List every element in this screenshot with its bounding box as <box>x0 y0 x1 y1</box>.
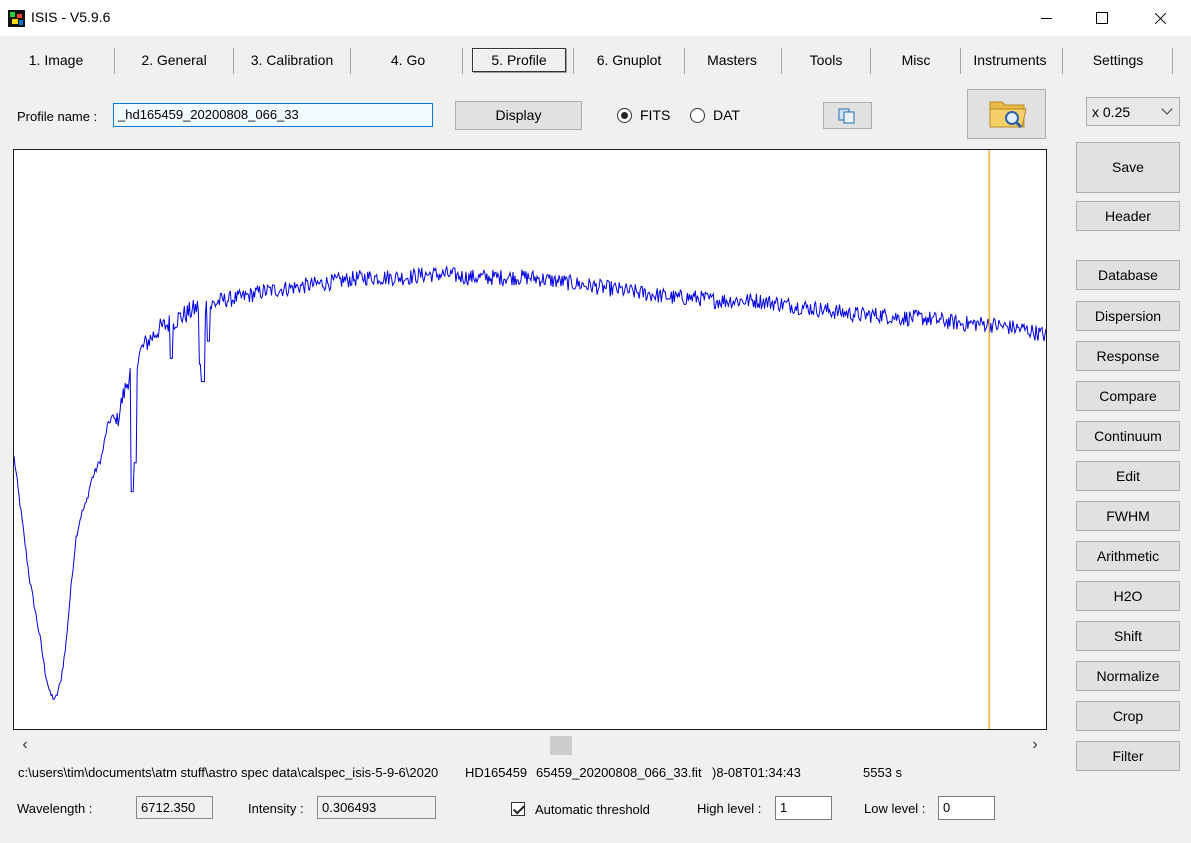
tab-tools[interactable]: Tools <box>787 44 865 76</box>
compare-button[interactable]: Compare <box>1076 381 1180 411</box>
tab-general[interactable]: 2. General <box>122 44 226 76</box>
wavelength-value: 6712.350 <box>136 796 213 819</box>
folder-search-icon <box>989 101 1027 129</box>
high-level-label: High level : <box>697 801 762 816</box>
tab-masters[interactable]: Masters <box>690 44 774 76</box>
h2o-button[interactable]: H2O <box>1076 581 1180 611</box>
tab-bar: 1. Image 2. General 3. Calibration 4. Go… <box>0 44 1191 78</box>
status-object: HD165459 <box>465 765 528 780</box>
status-path: c:\users\tim\documents\atm stuff\astro s… <box>18 765 439 780</box>
copy-button[interactable] <box>823 102 872 129</box>
chevron-down-icon <box>1161 103 1173 115</box>
crop-button[interactable]: Crop <box>1076 701 1180 731</box>
tab-gnuplot[interactable]: 6. Gnuplot <box>580 44 678 76</box>
intensity-value: 0.306493 <box>317 796 436 819</box>
tab-profile[interactable]: 5. Profile <box>472 48 566 72</box>
database-button[interactable]: Database <box>1076 260 1180 290</box>
tab-calibration[interactable]: 3. Calibration <box>238 44 346 76</box>
zoom-select[interactable]: x 0.25 <box>1086 97 1180 126</box>
tab-misc[interactable]: Misc <box>876 44 956 76</box>
auto-threshold-label: Automatic threshold <box>535 802 650 817</box>
dat-radio-label: DAT <box>713 107 740 123</box>
spectrum-chart <box>14 150 1046 729</box>
low-level-label: Low level : <box>864 801 926 816</box>
status-exposure: 5553 s <box>863 765 903 780</box>
spectrum-line <box>14 265 1046 701</box>
title-bar: ISIS - V5.9.6 <box>0 0 1191 36</box>
dispersion-button[interactable]: Dispersion <box>1076 301 1180 331</box>
shift-button[interactable]: Shift <box>1076 621 1180 651</box>
response-button[interactable]: Response <box>1076 341 1180 371</box>
continuum-button[interactable]: Continuum <box>1076 421 1180 451</box>
fits-radio-label: FITS <box>640 107 671 123</box>
tab-image[interactable]: 1. Image <box>6 44 106 76</box>
horizontal-scrollbar[interactable]: ‹ › <box>13 733 1047 757</box>
display-button[interactable]: Display <box>455 101 582 130</box>
status-date: )8-08T01:34:43 <box>712 765 801 780</box>
scroll-thumb[interactable] <box>550 736 572 755</box>
fwhm-button[interactable]: FWHM <box>1076 501 1180 531</box>
close-icon[interactable] <box>1132 0 1188 36</box>
low-level-input[interactable]: 0 <box>938 796 995 820</box>
status-file: 65459_20200808_066_33.fit <box>536 765 702 780</box>
minimize-icon[interactable] <box>1018 0 1074 36</box>
high-level-input[interactable]: 1 <box>775 796 832 820</box>
auto-threshold-checkbox[interactable] <box>511 802 525 816</box>
intensity-label: Intensity : <box>248 801 304 816</box>
tab-settings[interactable]: Settings <box>1068 44 1168 76</box>
tab-go[interactable]: 4. Go <box>360 44 456 76</box>
window-title: ISIS - V5.9.6 <box>31 9 111 25</box>
app-logo-icon <box>8 10 25 27</box>
tab-instruments[interactable]: Instruments <box>964 44 1056 76</box>
header-button[interactable]: Header <box>1076 201 1180 231</box>
save-button[interactable]: Save <box>1076 142 1180 193</box>
maximize-icon[interactable] <box>1074 0 1130 36</box>
profile-name-label: Profile name : <box>17 109 98 124</box>
spectrum-plot[interactable] <box>13 149 1047 730</box>
zoom-value: x 0.25 <box>1092 104 1131 120</box>
copy-icon <box>838 108 855 124</box>
browse-folder-button[interactable] <box>967 89 1046 139</box>
edit-button[interactable]: Edit <box>1076 461 1180 491</box>
fits-radio[interactable] <box>617 108 632 123</box>
arithmetic-button[interactable]: Arithmetic <box>1076 541 1180 571</box>
scroll-right-icon[interactable]: › <box>1023 733 1047 757</box>
filter-button[interactable]: Filter <box>1076 741 1180 771</box>
scroll-left-icon[interactable]: ‹ <box>13 733 37 757</box>
dat-radio[interactable] <box>690 108 705 123</box>
normalize-button[interactable]: Normalize <box>1076 661 1180 691</box>
wavelength-label: Wavelength : <box>17 801 93 816</box>
profile-name-input[interactable]: _hd165459_20200808_066_33 <box>113 103 433 127</box>
